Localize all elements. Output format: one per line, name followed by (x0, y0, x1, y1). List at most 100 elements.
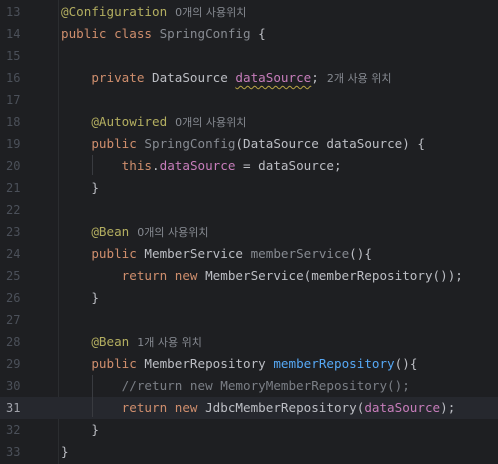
code-token: } (61, 180, 99, 195)
line-number[interactable]: 17 (6, 89, 36, 111)
line-number[interactable]: 31 (6, 397, 36, 419)
line-number[interactable]: 22 (6, 199, 36, 221)
code-line[interactable]: 32 } (0, 419, 498, 441)
line-number[interactable]: 14 (6, 23, 36, 45)
code-token: memberRepository (273, 356, 395, 371)
code-line[interactable]: 24 public MemberService memberService(){ (0, 243, 498, 265)
code-token: private (91, 70, 153, 85)
code-token: return new (121, 268, 206, 283)
line-number[interactable]: 18 (6, 111, 36, 133)
line-number[interactable]: 19 (6, 133, 36, 155)
line-number[interactable]: 21 (6, 177, 36, 199)
line-number[interactable]: 15 (6, 45, 36, 67)
line-number[interactable]: 13 (6, 1, 36, 23)
code-text: @Bean 0개의 사용위치 (61, 221, 208, 244)
indent-guide (92, 375, 93, 417)
line-number[interactable]: 24 (6, 243, 36, 265)
code-token: public (91, 246, 145, 261)
code-token: . (152, 158, 160, 173)
line-number[interactable]: 26 (6, 287, 36, 309)
code-token: public (91, 136, 145, 151)
code-line[interactable]: 17 (0, 89, 498, 111)
code-token: DataSource (152, 70, 236, 85)
code-line[interactable]: 19 public SpringConfig(DataSource dataSo… (0, 133, 498, 155)
code-text: public SpringConfig(DataSource dataSourc… (61, 133, 425, 155)
code-editor[interactable]: 13 @Configuration 0개의 사용위치 14 public class S… (0, 1, 498, 463)
code-token: //return new MemoryMemberRepository(); (121, 378, 410, 393)
code-line[interactable]: 28 @Bean 1개 사용 위치 (0, 331, 498, 353)
line-number[interactable]: 29 (6, 353, 36, 375)
code-text: return new MemberService(memberRepositor… (61, 265, 463, 287)
code-text: } (61, 287, 99, 309)
line-number[interactable]: 32 (6, 419, 36, 441)
code-line[interactable]: 21 } (0, 177, 498, 199)
code-token: this (121, 158, 153, 173)
line-number[interactable]: 28 (6, 331, 36, 353)
code-token: ); (440, 400, 456, 415)
line-number[interactable]: 25 (6, 265, 36, 287)
code-line[interactable]: 29 public MemberRepository memberReposit… (0, 353, 498, 375)
code-line[interactable]: 25 return new MemberService(memberReposi… (0, 265, 498, 287)
code-line[interactable]: 16 private DataSource dataSource; 2개 사용 위… (0, 67, 498, 89)
code-token: SpringConfig (159, 26, 251, 41)
usage-hint[interactable]: 0개의 사용위치 (137, 226, 208, 239)
indent-guide (92, 155, 93, 175)
line-number[interactable]: 33 (6, 441, 36, 463)
line-number[interactable]: 30 (6, 375, 36, 397)
usage-hint[interactable]: 1개 사용 위치 (137, 336, 202, 349)
code-line[interactable]: 22 (0, 199, 498, 221)
code-text: public class SpringConfig { (61, 23, 266, 45)
code-line[interactable]: 13 @Configuration 0개의 사용위치 (0, 1, 498, 23)
code-line[interactable]: 26 } (0, 287, 498, 309)
code-text: @Autowired 0개의 사용위치 (61, 111, 246, 134)
code-token: (){ (394, 356, 418, 371)
code-line[interactable]: 20 this.dataSource = dataSource; (0, 155, 498, 177)
code-token: (){ (349, 246, 372, 261)
line-number[interactable]: 23 (6, 221, 36, 243)
code-token: JdbcMemberRepository( (205, 400, 365, 415)
code-token: @Bean (91, 224, 130, 239)
code-token: ; (311, 70, 319, 85)
code-line[interactable]: 30 //return new MemoryMemberRepository()… (0, 375, 498, 397)
code-line[interactable]: 33} (0, 441, 498, 463)
code-token: } (61, 444, 69, 459)
code-line[interactable]: 27 (0, 309, 498, 331)
line-number[interactable]: 27 (6, 309, 36, 331)
code-token: @Autowired (91, 114, 168, 129)
code-line[interactable]: 31 return new JdbcMemberRepository(dataS… (0, 397, 498, 419)
code-token: dataSource (235, 70, 312, 85)
code-text: return new JdbcMemberRepository(dataSour… (61, 397, 456, 419)
line-number[interactable]: 20 (6, 155, 36, 177)
code-token: MemberService (144, 246, 251, 261)
code-token: @Bean (91, 334, 130, 349)
code-token: public class (61, 26, 160, 41)
code-token: @Configuration (61, 4, 168, 19)
code-text: //return new MemoryMemberRepository(); (61, 375, 410, 397)
code-token: SpringConfig (144, 136, 236, 151)
usage-hint[interactable]: 0개의 사용위치 (175, 116, 246, 129)
code-token: { (250, 26, 266, 41)
code-line[interactable]: 18 @Autowired 0개의 사용위치 (0, 111, 498, 133)
code-line[interactable]: 15 (0, 45, 498, 67)
code-line[interactable]: 14 public class SpringConfig { (0, 23, 498, 45)
code-text: @Configuration 0개의 사용위치 (61, 1, 246, 24)
usage-hint[interactable]: 0개의 사용위치 (175, 6, 246, 19)
code-token: (DataSource dataSource) { (235, 136, 425, 151)
code-text: @Bean 1개 사용 위치 (61, 331, 202, 354)
line-number[interactable]: 16 (6, 67, 36, 89)
code-text: } (61, 177, 99, 199)
code-token: return new (121, 400, 206, 415)
code-token: MemberRepository (144, 356, 274, 371)
code-text: private DataSource dataSource; 2개 사용 위치 (61, 67, 391, 90)
code-token: MemberService(memberRepository()); (205, 268, 463, 283)
code-token: dataSource (159, 158, 236, 173)
code-line[interactable]: 23 @Bean 0개의 사용위치 (0, 221, 498, 243)
usage-hint[interactable]: 2개 사용 위치 (327, 72, 392, 85)
code-token: = dataSource; (235, 158, 342, 173)
